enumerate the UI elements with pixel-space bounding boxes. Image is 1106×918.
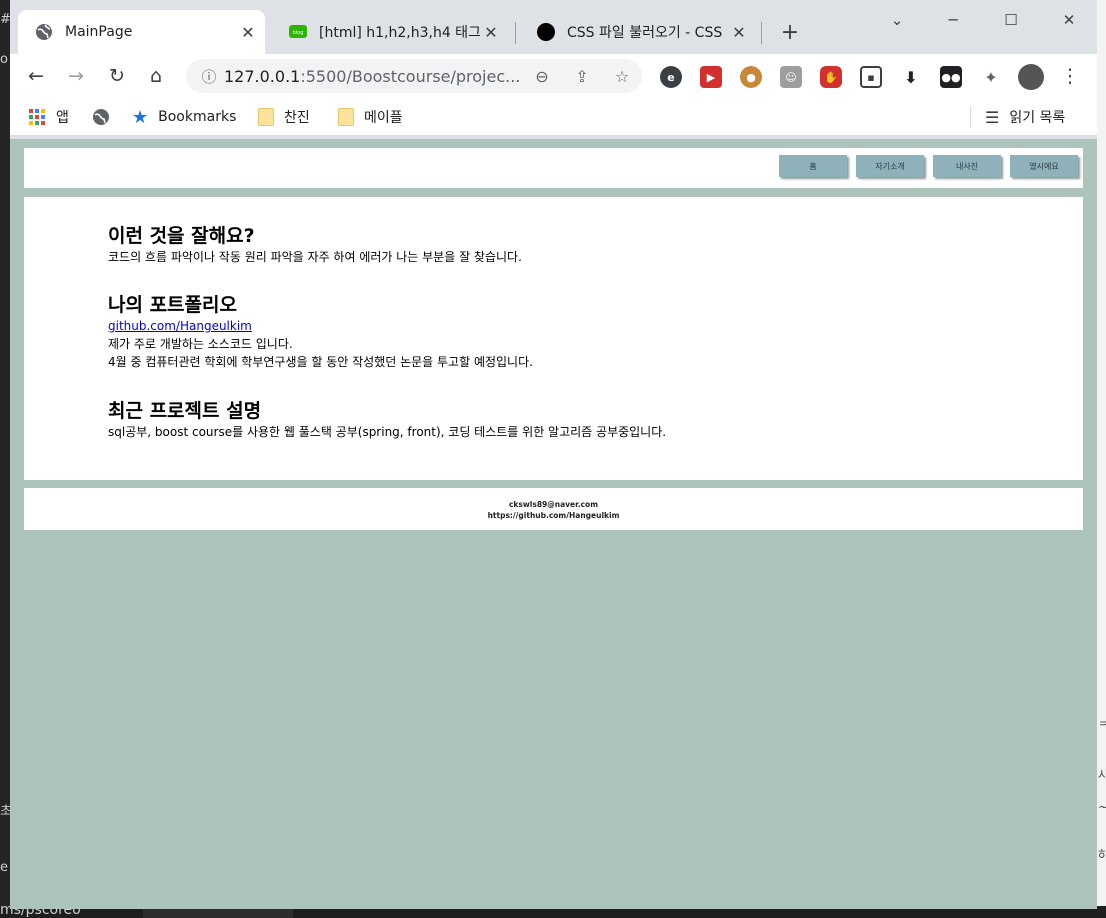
bookmark-globe[interactable] xyxy=(92,106,120,128)
star-icon[interactable]: ☆ xyxy=(602,67,642,86)
tab-css[interactable]: CSS 파일 불러오기 - CSS ✕ xyxy=(520,10,756,54)
footer-email: ckswls89@naver.com xyxy=(508,500,599,509)
tab-mainpage[interactable]: MainPage ✕ xyxy=(18,10,265,54)
minimize-button[interactable]: ─ xyxy=(930,6,976,34)
desktop-fragment: o xyxy=(0,52,8,67)
bookmarks-divider xyxy=(970,106,971,128)
desktop-right-edge: ㅋ 사 ~ 하 xyxy=(1096,0,1106,918)
download-icon[interactable]: ⬇ xyxy=(900,66,922,88)
back-icon[interactable]: ← xyxy=(22,62,50,90)
section-text: 코드의 흐름 파악이나 작동 원리 파악을 자주 하여 에러가 나는 부분을 잘… xyxy=(108,250,522,264)
bookmark-label: Bookmarks xyxy=(158,109,237,125)
browser-toolbar: ← → ↻ ⌂ ⓘ 127.0.0.1:5500/Boostcourse/pro… xyxy=(10,54,1097,98)
desktop-fragment: 사 xyxy=(1098,768,1106,782)
bookmark-label: 메이플 xyxy=(364,110,403,126)
extension-video-icon[interactable]: ▶ xyxy=(700,66,722,88)
desktop-fragment: ㅋ xyxy=(1098,718,1106,732)
extension-cookie-icon[interactable]: ● xyxy=(740,66,762,88)
desktop-fragment: 하 xyxy=(1098,848,1106,862)
extension-tampermonkey-icon[interactable]: ●● xyxy=(940,66,962,88)
share-icon[interactable]: ⇪ xyxy=(562,67,602,86)
svg-text:blog: blog xyxy=(293,30,304,36)
avatar[interactable] xyxy=(1018,64,1044,90)
section-heading: 최근 프로젝트 설명 xyxy=(108,400,262,422)
blog-icon: blog xyxy=(289,23,307,41)
pip-icon[interactable]: ▪ xyxy=(860,66,882,88)
globe-icon xyxy=(92,108,110,126)
tab-divider xyxy=(515,22,516,44)
window-close-button[interactable]: ✕ xyxy=(1046,6,1092,34)
section-text: 제가 주로 개발하는 소스코드 입니다. xyxy=(108,337,293,351)
desktop-left-edge: # o 초 e xyxy=(0,0,12,918)
tab-divider xyxy=(761,22,762,44)
address-bar[interactable]: ⓘ 127.0.0.1:5500/Boostcourse/projec... ⊖… xyxy=(186,59,642,93)
extension-adblock-icon[interactable]: ✋ xyxy=(820,66,842,88)
bookmark-bookmarks[interactable]: ★ Bookmarks xyxy=(132,106,236,128)
tab-title: MainPage xyxy=(65,24,133,40)
page-viewport: 홈 자기소개 내사진 옜시에요 이런 것을 잘해요? 코드의 흐름 파악이나 작… xyxy=(10,139,1097,909)
bookmark-folder-chanjin[interactable]: 찬진 xyxy=(258,106,310,128)
extensions-puzzle-icon[interactable]: ✦ xyxy=(980,66,1002,88)
close-icon[interactable]: ✕ xyxy=(728,21,750,43)
folder-icon xyxy=(338,108,354,126)
extension-person-icon[interactable]: ☺ xyxy=(780,66,802,88)
section-heading: 나의 포트폴리오 xyxy=(108,294,237,316)
reading-list-icon: ☰ xyxy=(985,107,1000,127)
section-projects: 최근 프로젝트 설명 sql공부, boost course를 사용한 웹 풀스… xyxy=(108,399,666,441)
url-text[interactable]: 127.0.0.1:5500/Boostcourse/projec... xyxy=(224,67,522,86)
close-icon[interactable]: ✕ xyxy=(480,21,502,43)
section-text: sql공부, boost course를 사용한 웹 풀스택 공부(spring… xyxy=(108,425,667,439)
close-icon[interactable]: ✕ xyxy=(237,21,259,43)
url-path: :5500/Boostcourse/projec... xyxy=(300,66,521,86)
section-text: 4월 중 컴퓨터관련 학회에 학부연구생을 할 동안 작성했던 논문을 투고할 … xyxy=(108,355,533,369)
forward-icon[interactable]: → xyxy=(62,62,90,90)
tab-title: CSS 파일 불러오기 - CSS xyxy=(567,25,723,41)
desktop-fragment: e xyxy=(0,860,8,875)
tab-blog[interactable]: blog [html] h1,h2,h3,h4 태그 ( ✕ xyxy=(272,10,508,54)
url-host: 127.0.0.1 xyxy=(224,66,301,86)
page-footer: ckswls89@naver.com https://github.com/Ha… xyxy=(24,488,1083,530)
new-tab-button[interactable]: + xyxy=(776,18,804,46)
extension-e-icon[interactable]: e xyxy=(660,66,682,88)
black-circle-icon xyxy=(537,23,555,41)
bookmark-label: 찬진 xyxy=(284,110,310,126)
home-icon[interactable]: ⌂ xyxy=(142,62,170,90)
desktop-fragment: ~ xyxy=(1098,800,1106,814)
tab-title: [html] h1,h2,h3,h4 태그 ( xyxy=(319,25,480,41)
info-icon[interactable]: ⓘ xyxy=(194,66,224,87)
tab-strip: MainPage ✕ blog [html] h1,h2,h3,h4 태그 ( … xyxy=(10,0,1097,54)
github-link[interactable]: github.com/Hangeulkim xyxy=(108,317,533,335)
star-icon: ★ xyxy=(132,106,149,128)
bookmarks-bar: 앱 ★ Bookmarks 찬진 메이플 ☰ 읽기 목록 xyxy=(10,98,1097,136)
browser-window: MainPage ✕ blog [html] h1,h2,h3,h4 태그 ( … xyxy=(10,0,1097,909)
section-skills: 이런 것을 잘해요? 코드의 흐름 파악이나 작동 원리 파악을 자주 하여 에… xyxy=(108,224,522,266)
nav-intro-button[interactable]: 자기소개 xyxy=(856,155,924,177)
maximize-button[interactable]: ☐ xyxy=(988,6,1034,34)
zoom-icon[interactable]: ⊖ xyxy=(522,67,562,86)
nav-home-button[interactable]: 홈 xyxy=(779,155,847,177)
folder-icon xyxy=(258,108,274,126)
section-portfolio: 나의 포트폴리오 github.com/Hangeulkim 제가 주로 개발하… xyxy=(108,293,533,371)
reading-list-label: 읽기 목록 xyxy=(1009,110,1066,126)
bookmark-label: 앱 xyxy=(56,110,69,126)
page-header: 홈 자기소개 내사진 옜시에요 xyxy=(24,148,1083,188)
nav-photos-button[interactable]: 내사진 xyxy=(933,155,1001,177)
reload-icon[interactable]: ↻ xyxy=(103,62,131,90)
apps-grid-icon xyxy=(28,108,46,126)
section-heading: 이런 것을 잘해요? xyxy=(108,225,255,247)
globe-icon xyxy=(35,23,53,41)
bookmark-folder-maple[interactable]: 메이플 xyxy=(338,106,403,128)
bookmark-apps[interactable]: 앱 xyxy=(28,106,69,128)
chevron-down-icon[interactable]: ⌄ xyxy=(874,6,920,34)
footer-github: https://github.com/Hangeulkim xyxy=(487,511,620,520)
menu-icon[interactable]: ⋮ xyxy=(1056,62,1084,90)
reading-list[interactable]: ☰ 읽기 목록 xyxy=(985,106,1065,128)
nav-contact-button[interactable]: 옜시에요 xyxy=(1010,155,1078,177)
main-content: 이런 것을 잘해요? 코드의 흐름 파악이나 작동 원리 파악을 자주 하여 에… xyxy=(24,197,1083,480)
